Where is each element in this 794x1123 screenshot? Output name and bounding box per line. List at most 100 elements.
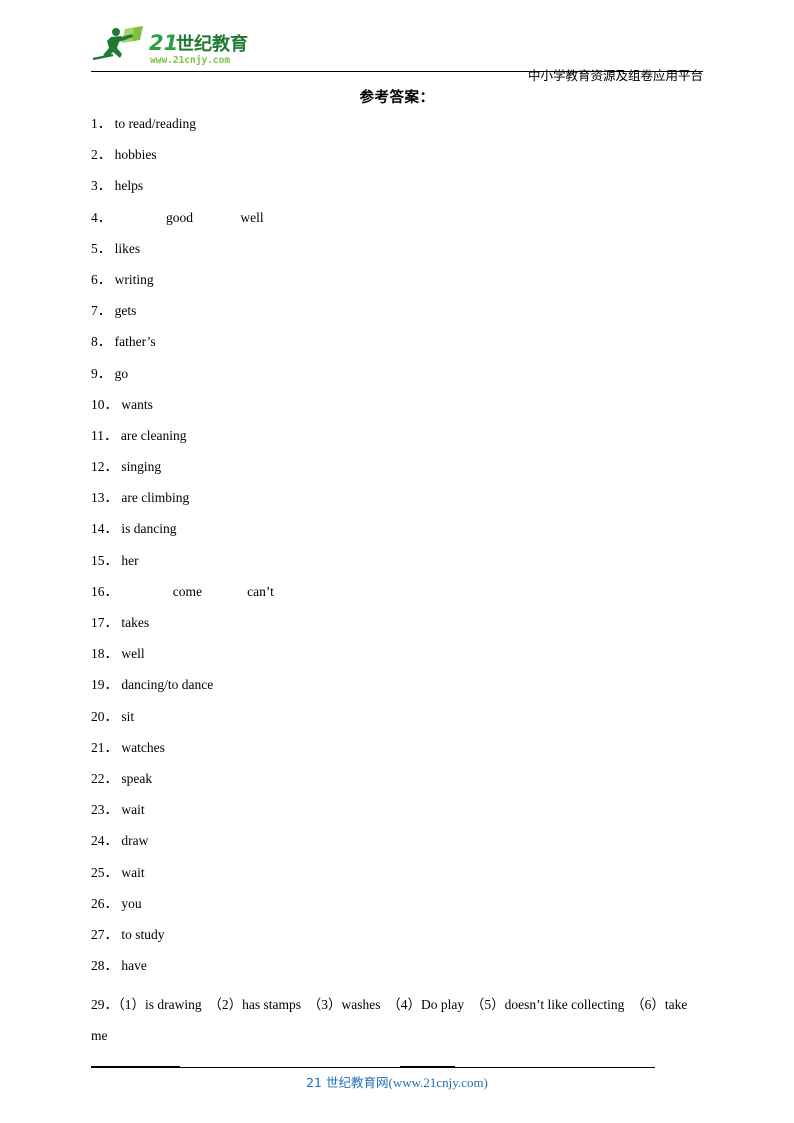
answer-item: 21． watches	[91, 740, 705, 771]
document-page: 21 世纪教育 www.21cnjy.com 中小学教育资源及组卷应用平台 参考…	[0, 0, 794, 1123]
answer-number: 10．	[91, 396, 118, 412]
answer-item: 14． is dancing	[91, 521, 705, 552]
answer-number: 18．	[91, 646, 118, 662]
answer-number: 26．	[91, 895, 118, 911]
answer-item: 25． wait	[91, 865, 705, 896]
answer-number: 14．	[91, 521, 118, 537]
answer-number: 13．	[91, 490, 118, 506]
answer-number: 28．	[91, 958, 118, 974]
answer-number: 3．	[91, 178, 112, 194]
footer-divider-segment	[455, 1066, 655, 1068]
answer-number: 7．	[91, 303, 112, 319]
answer-item: 7． gets	[91, 303, 705, 334]
answer-29-part-5: （5）doesn’t like collecting	[470, 997, 625, 1013]
footer-divider	[91, 1066, 703, 1070]
answer-number: 8．	[91, 334, 112, 350]
answer-text: go	[114, 365, 129, 381]
svg-text:www.21cnjy.com: www.21cnjy.com	[150, 55, 230, 66]
answer-item-29: 29．（1）is drawing （2）has stamps （3）washes…	[91, 989, 705, 1051]
answer-item: 2． hobbies	[91, 147, 705, 178]
answer-text: singing	[121, 459, 162, 475]
answer-number: 2．	[91, 147, 112, 163]
answer-number: 11．	[91, 427, 118, 443]
answer-text: to read/reading	[114, 116, 196, 131]
answer-item: 17． takes	[91, 615, 705, 646]
answer-text: wants	[121, 396, 153, 412]
footer-site-name: 21 世纪教育网	[306, 1075, 389, 1090]
answer-text: are cleaning	[120, 427, 187, 443]
answer-text: wait	[121, 864, 145, 880]
answer-text: is dancing	[121, 521, 177, 537]
answer-text: takes	[121, 615, 150, 630]
answer-number: 12．	[91, 459, 118, 475]
answer-text-first: good	[166, 209, 193, 225]
answer-number: 16．	[91, 583, 118, 599]
answer-item: 23． wait	[91, 802, 705, 833]
answer-number: 21．	[91, 739, 118, 755]
answer-29-part-2: （2）has stamps	[208, 997, 301, 1013]
answer-text: father’s	[114, 334, 156, 350]
answer-number: 9．	[91, 365, 112, 381]
answer-item: 28． have	[91, 958, 705, 989]
answer-list: 1． to read/reading 2． hobbies 3． helps 4…	[91, 116, 705, 1052]
answer-number: 4．	[91, 209, 112, 225]
answer-text: draw	[121, 833, 149, 849]
answer-text: likes	[114, 240, 141, 256]
answer-number: 19．	[91, 677, 118, 693]
answer-number: 17．	[91, 615, 118, 630]
answer-number: 22．	[91, 770, 118, 786]
answer-item: 12． singing	[91, 459, 705, 490]
answer-item: 27． to study	[91, 927, 705, 958]
answer-29-part-3: （3）washes	[307, 997, 381, 1013]
answer-text: sit	[121, 708, 135, 724]
answer-number: 23．	[91, 802, 118, 818]
answer-text-first: come	[172, 583, 202, 599]
answer-item: 1． to read/reading	[91, 116, 705, 147]
answer-text: to study	[121, 926, 165, 942]
answer-text: well	[121, 646, 145, 662]
answer-text-second: well	[240, 209, 264, 225]
answer-item: 4． good well	[91, 210, 705, 241]
page-header: 21 世纪教育 www.21cnjy.com 中小学教育资源及组卷应用平台	[91, 22, 703, 83]
answer-item: 13． are climbing	[91, 490, 705, 521]
site-logo: 21 世纪教育 www.21cnjy.com	[91, 24, 261, 68]
answer-item: 9． go	[91, 366, 705, 397]
answer-item: 15． her	[91, 553, 705, 584]
answer-text: helps	[114, 178, 144, 194]
answer-text: you	[121, 895, 142, 911]
answer-number: 27．	[91, 926, 118, 942]
footer-divider-segment	[91, 1066, 180, 1068]
answer-item: 19． dancing/to dance	[91, 677, 705, 708]
answer-item: 26． you	[91, 896, 705, 927]
answer-item: 10． wants	[91, 397, 705, 428]
footer-branding: 21 世纪教育网(www.21cnjy.com)	[91, 1074, 703, 1092]
answer-29-part-1: （1）is drawing	[118, 997, 202, 1013]
answer-29-part-4: （4）Do play	[387, 997, 465, 1013]
answer-number: 15．	[91, 552, 118, 568]
answer-text: her	[121, 552, 139, 568]
answer-item: 5． likes	[91, 241, 705, 272]
page-title: 参考答案：	[359, 90, 435, 106]
answer-item: 6． writing	[91, 272, 705, 303]
answer-text: watches	[121, 739, 165, 755]
answer-text: writing	[114, 271, 154, 287]
answer-item: 20． sit	[91, 709, 705, 740]
footer-divider-segment	[400, 1066, 455, 1068]
svg-text:21: 21	[149, 31, 178, 55]
answer-item: 11． are cleaning	[91, 428, 705, 459]
answer-text-second: can’t	[247, 583, 274, 599]
answer-number: 25．	[91, 864, 118, 880]
answer-number: 20．	[91, 708, 118, 724]
answer-item: 8． father’s	[91, 334, 705, 365]
header-divider	[91, 71, 703, 72]
answer-number: 29．	[91, 997, 118, 1013]
answer-number: 24．	[91, 833, 118, 849]
answer-item: 3． helps	[91, 178, 705, 209]
svg-text:世纪教育: 世纪教育	[176, 33, 248, 55]
answer-number: 5．	[91, 240, 112, 256]
answer-text: have	[121, 958, 147, 974]
answer-text: hobbies	[114, 147, 157, 163]
footer-site-url: (www.21cnjy.com)	[388, 1075, 488, 1090]
answer-text: dancing/to dance	[121, 677, 214, 693]
answer-number: 6．	[91, 271, 112, 287]
